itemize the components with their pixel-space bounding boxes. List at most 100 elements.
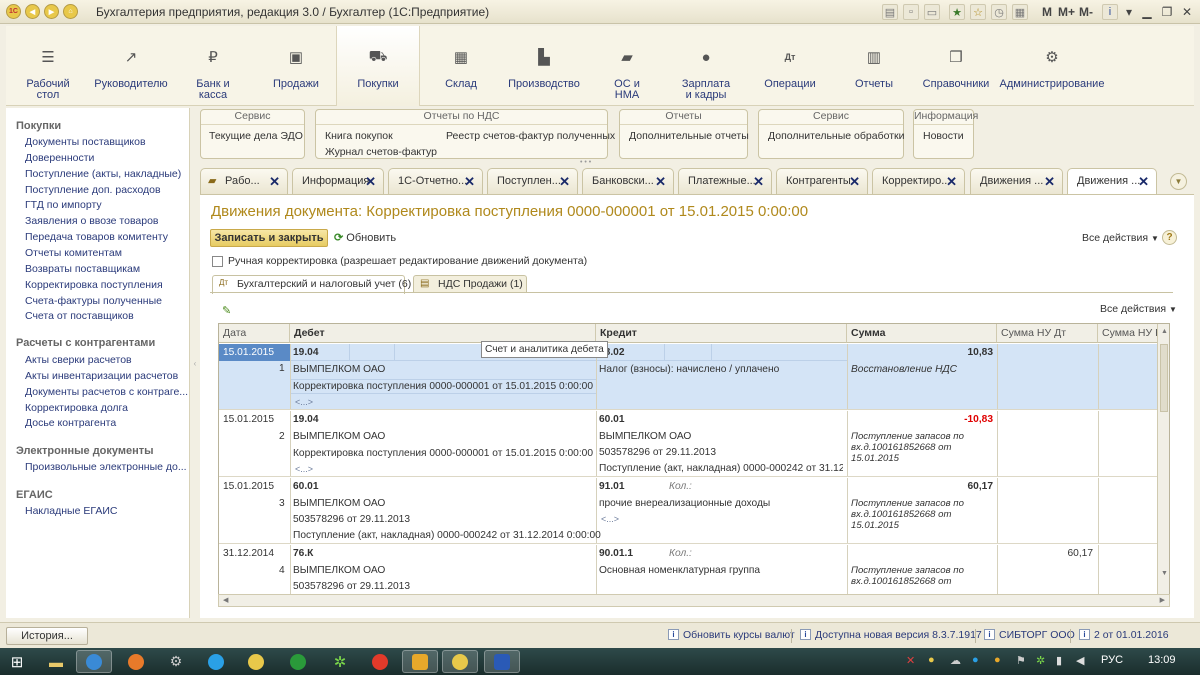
tray-flag-icon[interactable]: ⚑ — [1016, 654, 1026, 667]
command-link[interactable]: Дополнительные отчеты — [629, 130, 749, 142]
nav-item[interactable]: Отчеты комитентам — [25, 247, 122, 259]
refresh-button[interactable]: ⟳ Обновить — [334, 231, 396, 244]
tab-counterparties[interactable]: Контрагенты ✕ — [776, 168, 868, 194]
favorite-icon[interactable]: ★ — [949, 4, 965, 20]
tray-app-icon[interactable]: ● — [994, 654, 1001, 666]
close-icon[interactable]: ✕ — [946, 174, 957, 190]
orange-app-icon[interactable] — [402, 650, 438, 673]
ie-browser-icon[interactable] — [76, 650, 112, 673]
nav-item[interactable]: Акты инвентаризации расчетов — [25, 370, 178, 382]
tab-payments[interactable]: Платежные... ✕ — [678, 168, 772, 194]
inner-all-actions-button[interactable]: Все действия ▼ — [1100, 303, 1177, 315]
command-link[interactable]: Текущие дела ЭДО — [209, 130, 303, 142]
tray-cloud-icon[interactable]: ☁ — [950, 654, 961, 667]
column-header-nu-kt[interactable]: Сумма НУ К — [1098, 324, 1158, 343]
app-logo-icon[interactable]: 1С — [6, 4, 21, 19]
close-icon[interactable]: ✕ — [753, 174, 764, 190]
firefox-icon[interactable] — [118, 650, 154, 673]
tabs-more-icon[interactable]: ▼ — [1170, 173, 1187, 190]
section-salary[interactable]: ● Зарплата и кадры — [674, 26, 738, 106]
tab-information[interactable]: Информация ✕ — [292, 168, 384, 194]
table-row[interactable]: 15.01.2015 1 19.04 ВЫМПЕЛКОМ ОАО Коррект… — [219, 344, 1157, 410]
nav-item[interactable]: Передача товаров комитенту — [25, 231, 168, 243]
column-header-amount[interactable]: Сумма — [847, 324, 997, 343]
network-tool-icon[interactable]: ⚙ — [158, 650, 194, 673]
save-and-close-button[interactable]: Записать и закрыть — [210, 229, 328, 247]
scroll-thumb[interactable] — [1160, 344, 1168, 412]
memory-plus-button[interactable]: M+ — [1058, 5, 1075, 19]
back-icon[interactable]: ◀ — [25, 4, 40, 19]
panel-grip-icon[interactable]: • • • — [580, 159, 591, 166]
tray-green-icon[interactable]: ✲ — [1036, 654, 1045, 667]
nav-item[interactable]: Документы поставщиков — [25, 136, 146, 148]
close-icon[interactable]: ✕ — [1138, 174, 1149, 190]
app-1c-icon[interactable] — [238, 650, 274, 673]
close-icon[interactable]: ✕ — [269, 174, 280, 190]
section-manager[interactable]: ↗ Руководителю — [92, 26, 170, 106]
nav-item[interactable]: Возвраты поставщикам — [25, 263, 140, 275]
edit-icon[interactable]: ✎ — [222, 304, 231, 317]
column-header-nu-dt[interactable]: Сумма НУ Дт — [997, 324, 1098, 343]
command-link[interactable]: Новости — [923, 130, 964, 142]
home-icon[interactable]: ⌂ — [63, 4, 78, 19]
close-icon[interactable]: ✕ — [849, 174, 860, 190]
nav-item[interactable]: Поступление (акты, накладные) — [25, 168, 181, 180]
scroll-down-icon[interactable]: ▼ — [1161, 570, 1168, 577]
command-link[interactable]: Дополнительные обработки — [768, 130, 904, 142]
yandex-browser-icon[interactable] — [362, 650, 398, 673]
nav-item[interactable]: Акты сверки расчетов — [25, 354, 132, 366]
section-warehouse[interactable]: ▦ Склад — [436, 26, 486, 106]
tray-1c-icon[interactable]: ● — [928, 654, 935, 666]
command-link[interactable]: Книга покупок — [325, 130, 393, 142]
nav-item[interactable]: Доверенности — [25, 152, 94, 164]
help-icon[interactable]: ? — [1162, 230, 1177, 245]
info-icon[interactable]: i — [1102, 4, 1118, 20]
memory-minus-button[interactable]: M- — [1079, 5, 1093, 19]
tray-network-icon[interactable]: ▮ — [1056, 654, 1062, 667]
nav-item[interactable]: Документы расчетов с контраге... — [25, 386, 188, 398]
command-link[interactable]: Реестр счетов-фактур полученных — [446, 130, 615, 142]
manual-correction-checkbox[interactable] — [212, 256, 223, 267]
star-icon[interactable]: ☆ — [970, 4, 986, 20]
section-sales[interactable]: ▣ Продажи — [266, 26, 326, 106]
column-header-credit[interactable]: Кредит — [596, 324, 847, 343]
maximize-button[interactable]: ❐ — [1158, 3, 1176, 20]
nav-item[interactable]: Корректировка долга — [25, 402, 128, 414]
history-button[interactable]: История... — [6, 627, 88, 645]
tab-movements-active[interactable]: Движения ... ✕ — [1067, 168, 1157, 195]
section-operations[interactable]: Дт Операции — [758, 26, 822, 106]
tab-bank[interactable]: Банковски... ✕ — [582, 168, 674, 194]
skype-icon[interactable] — [198, 650, 234, 673]
minimize-button[interactable]: ▁ — [1138, 3, 1156, 20]
calculator-icon[interactable]: ▦ — [1012, 4, 1028, 20]
print-icon[interactable]: ▤ — [882, 4, 898, 20]
section-production[interactable]: ▙ Производство — [504, 26, 584, 106]
language-indicator[interactable]: РУС — [1101, 654, 1123, 666]
new-version-link[interactable]: Доступна новая версия 8.3.7.1917 — [815, 629, 982, 641]
close-icon[interactable]: ✕ — [655, 174, 666, 190]
column-header-date[interactable]: Дата — [219, 324, 290, 343]
word-icon[interactable] — [484, 650, 520, 673]
app-1c-active-icon[interactable] — [442, 650, 478, 673]
nav-item[interactable]: Произвольные электронные до... — [25, 461, 187, 473]
tab-receipts[interactable]: Поступлен... ✕ — [487, 168, 578, 194]
nav-item[interactable]: Накладные ЕГАИС — [25, 505, 117, 517]
notifications-link[interactable]: 2 от 01.01.2016 — [1094, 629, 1169, 641]
section-references[interactable]: ❒ Справочники — [918, 26, 994, 106]
nav-item[interactable]: Поступление доп. расходов — [25, 184, 161, 196]
section-purchases[interactable]: ⛟ Покупки — [336, 26, 420, 106]
tab-vat-sales[interactable]: ▤ НДС Продажи (1) — [413, 275, 527, 293]
tab-correction[interactable]: Корректиро... ✕ — [872, 168, 965, 194]
tray-tool-icon[interactable]: ✕ — [906, 654, 915, 667]
section-admin[interactable]: ⚙ Администрирование — [1000, 26, 1105, 106]
flower-app-icon[interactable]: ✲ — [322, 650, 358, 673]
green-app-icon[interactable] — [280, 650, 316, 673]
nav-item[interactable]: Заявления о ввозе товаров — [25, 215, 159, 227]
table-row[interactable]: 15.01.2015 2 19.04 ВЫМПЕЛКОМ ОАО Коррект… — [219, 411, 1157, 477]
section-desktop[interactable]: ☰ Рабочий стол — [22, 26, 74, 106]
nav-item[interactable]: ГТД по импорту — [25, 199, 102, 211]
tray-skype-icon[interactable]: ● — [972, 654, 979, 666]
clock[interactable]: 13:09 — [1148, 654, 1176, 666]
organization-link[interactable]: СИБТОРГ ООО — [999, 629, 1075, 641]
close-icon[interactable]: ✕ — [1044, 174, 1055, 190]
